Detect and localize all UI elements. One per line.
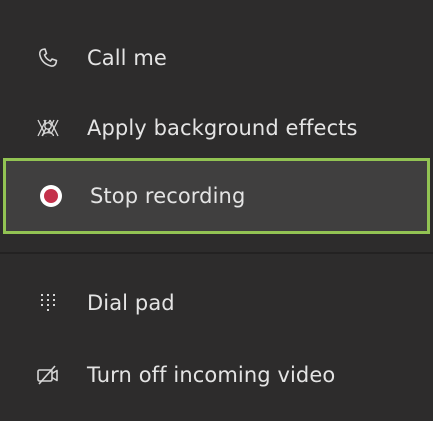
menu-divider (0, 252, 433, 254)
menu-item-label: Apply background effects (87, 116, 358, 140)
phone-icon (34, 44, 62, 72)
menu-item-label: Dial pad (87, 291, 175, 315)
background-effects-icon (34, 114, 62, 142)
record-icon (37, 182, 65, 210)
menu-item-call-me[interactable]: Call me (0, 30, 433, 86)
dial-pad-icon (34, 289, 62, 317)
video-off-icon (34, 361, 62, 389)
menu-item-turn-off-incoming-video[interactable]: Turn off incoming video (0, 347, 433, 403)
menu-item-stop-recording[interactable]: Stop recording (3, 158, 430, 234)
menu-item-label: Call me (87, 46, 167, 70)
menu-item-background-effects[interactable]: Apply background effects (0, 100, 433, 156)
menu-item-label: Stop recording (90, 184, 246, 208)
menu-item-label: Turn off incoming video (87, 363, 336, 387)
menu-item-dial-pad[interactable]: Dial pad (0, 275, 433, 331)
more-actions-menu: Call me Apply background effects Stop re… (0, 0, 433, 421)
